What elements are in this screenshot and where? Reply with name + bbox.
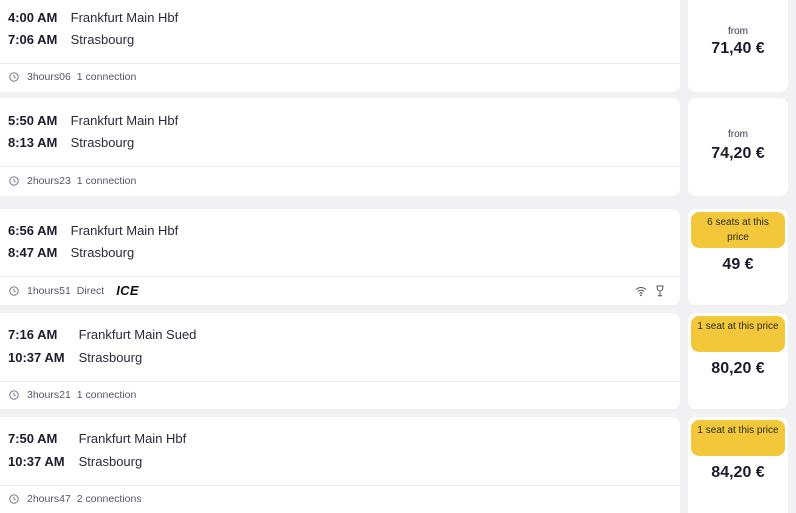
connection-info: 1 connection (76, 175, 137, 187)
arrival-time: 8:47 AM (8, 245, 58, 260)
duration: 3hours06 (27, 71, 71, 83)
price: 80,20 € (711, 360, 765, 377)
arrival-station: Strasbourg (70, 245, 135, 260)
departure-time: 7:50 AM (8, 431, 58, 446)
divider (0, 276, 680, 277)
clock-icon (9, 176, 19, 186)
journey-info-panel[interactable]: 7:16 AM Frankfurt Main Sued 10:37 AM Str… (0, 313, 680, 409)
connection-info: 1 connection (76, 389, 137, 401)
divider (0, 485, 680, 486)
journey-card[interactable]: 6:56 AM Frankfurt Main Hbf 8:47 AM Stras… (0, 209, 796, 305)
journey-info-panel[interactable]: 5:50 AM Frankfurt Main Hbf 8:13 AM Stras… (0, 98, 680, 196)
journey-info-panel[interactable]: 7:50 AM Frankfurt Main Hbf 10:37 AM Stra… (0, 417, 680, 513)
journey-info-panel[interactable]: 6:56 AM Frankfurt Main Hbf 8:47 AM Stras… (0, 209, 680, 305)
departure-row: 6:56 AM Frankfurt Main Hbf (8, 223, 178, 239)
connection-info: 1 connection (76, 71, 137, 83)
from-label: from (728, 26, 748, 37)
price-panel[interactable]: 1 seat at this price 84,20 € (688, 417, 788, 513)
departure-row: 7:16 AM Frankfurt Main Sued (8, 327, 196, 343)
departure-time: 5:50 AM (8, 113, 58, 128)
departure-station: Frankfurt Main Hbf (70, 113, 179, 128)
journey-card[interactable]: 4:00 AM Frankfurt Main Hbf 7:06 AM Stras… (0, 0, 796, 92)
journey-footer: 2hours23 1 connection (9, 174, 136, 188)
journey-card[interactable]: 7:16 AM Frankfurt Main Sued 10:37 AM Str… (0, 313, 796, 409)
arrival-time: 8:13 AM (8, 135, 58, 150)
divider (0, 63, 680, 64)
wifi-icon (635, 287, 647, 297)
duration: 2hours47 (27, 493, 71, 505)
departure-row: 5:50 AM Frankfurt Main Hbf (8, 113, 178, 129)
price: 71,40 € (711, 40, 765, 57)
divider (0, 166, 680, 167)
arrival-row: 10:37 AM Strasbourg (8, 350, 142, 366)
journey-card[interactable]: 5:50 AM Frankfurt Main Hbf 8:13 AM Stras… (0, 98, 796, 196)
departure-station: Frankfurt Main Sued (78, 327, 197, 342)
price-panel[interactable]: from 71,40 € (688, 0, 788, 92)
arrival-row: 8:47 AM Strasbourg (8, 245, 134, 261)
arrival-time: 10:37 AM (8, 454, 65, 469)
duration: 3hours21 (27, 389, 71, 401)
clock-icon (9, 494, 19, 504)
divider (0, 381, 680, 382)
journey-info-panel[interactable]: 4:00 AM Frankfurt Main Hbf 7:06 AM Stras… (0, 0, 680, 92)
journey-footer: 2hours47 2 connections (9, 492, 142, 506)
duration: 1hours51 (27, 285, 71, 297)
journey-footer: 1hours51 Direct ICE (9, 284, 139, 298)
arrival-row: 8:13 AM Strasbourg (8, 135, 134, 151)
seats-left-badge: 6 seats at this price (691, 212, 785, 248)
from-label: from (728, 129, 748, 140)
departure-row: 7:50 AM Frankfurt Main Hbf (8, 431, 186, 447)
clock-icon (9, 286, 19, 296)
journey-card[interactable]: 7:50 AM Frankfurt Main Hbf 10:37 AM Stra… (0, 417, 796, 513)
arrival-station: Strasbourg (78, 350, 143, 365)
price-panel[interactable]: 6 seats at this price 49 € (688, 209, 788, 305)
seats-left-badge: 1 seat at this price (691, 316, 785, 352)
departure-station: Frankfurt Main Hbf (70, 223, 179, 238)
journey-footer: 3hours21 1 connection (9, 388, 136, 402)
clock-icon (9, 390, 19, 400)
departure-station: Frankfurt Main Hbf (78, 431, 187, 446)
departure-station: Frankfurt Main Hbf (70, 10, 179, 25)
departure-time: 7:16 AM (8, 327, 58, 342)
arrival-station: Strasbourg (70, 135, 135, 150)
price: 74,20 € (711, 145, 765, 162)
connection-info: Direct (76, 285, 105, 297)
bistro-glass-icon (656, 285, 664, 297)
ice-train-logo: ICE (116, 283, 139, 298)
departure-row: 4:00 AM Frankfurt Main Hbf (8, 10, 178, 26)
price-panel[interactable]: from 74,20 € (688, 98, 788, 196)
seats-left-badge: 1 seat at this price (691, 420, 785, 456)
arrival-station: Strasbourg (70, 32, 135, 47)
price-panel[interactable]: 1 seat at this price 80,20 € (688, 313, 788, 409)
arrival-time: 10:37 AM (8, 350, 65, 365)
journey-footer: 3hours06 1 connection (9, 70, 136, 84)
arrival-row: 10:37 AM Strasbourg (8, 454, 142, 470)
clock-icon (9, 72, 19, 82)
departure-time: 4:00 AM (8, 10, 58, 25)
departure-time: 6:56 AM (8, 223, 58, 238)
connection-info: 2 connections (76, 493, 142, 505)
price: 84,20 € (711, 464, 765, 481)
arrival-time: 7:06 AM (8, 32, 58, 47)
duration: 2hours23 (27, 175, 71, 187)
arrival-station: Strasbourg (78, 454, 143, 469)
arrival-row: 7:06 AM Strasbourg (8, 32, 134, 48)
price: 49 € (722, 256, 754, 273)
